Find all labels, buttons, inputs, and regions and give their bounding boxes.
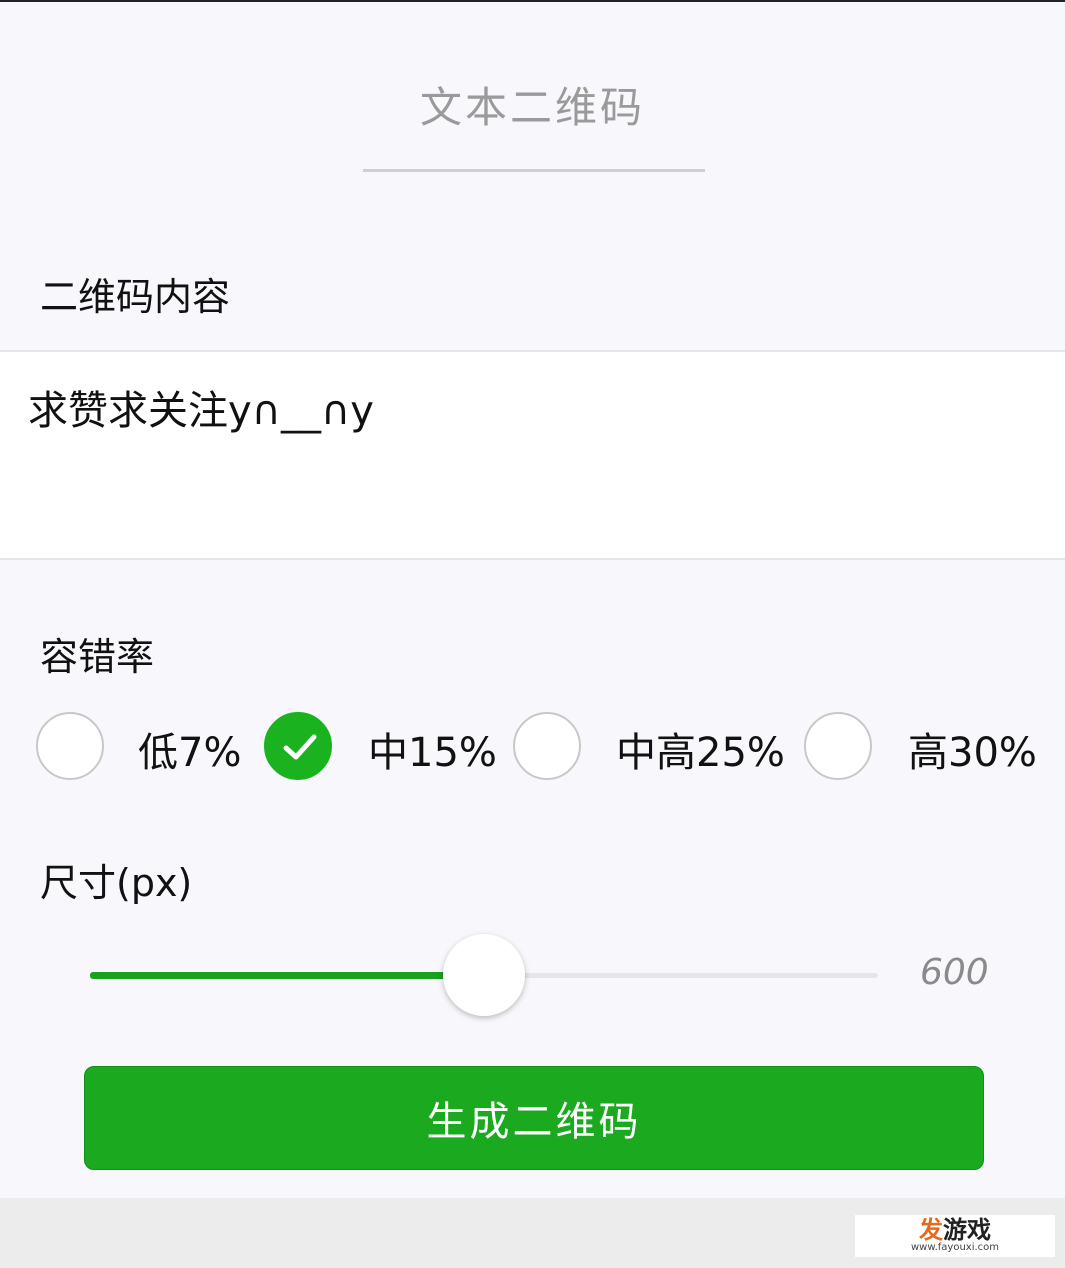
radio-high[interactable]: [804, 712, 872, 780]
radio-medium-high-label[interactable]: 中高25%: [616, 720, 785, 778]
size-value: 600: [920, 952, 989, 993]
watermark-logo: 发游戏 www.fayouxi.com: [855, 1215, 1055, 1257]
radio-low[interactable]: [36, 712, 104, 780]
watermark-title: 发游戏: [919, 1216, 991, 1244]
radio-medium[interactable]: [264, 712, 332, 780]
error-correction-label: 容错率: [40, 635, 155, 679]
generate-qr-button[interactable]: 生成二维码: [84, 1066, 984, 1170]
top-border: [0, 0, 1065, 2]
title-underline: [363, 169, 705, 172]
content-text[interactable]: 求赞求关注y∩__∩y: [28, 378, 374, 436]
content-label: 二维码内容: [40, 275, 231, 319]
watermark-url: www.fayouxi.com: [910, 1242, 1000, 1253]
size-slider-fill: [90, 972, 484, 979]
size-slider-thumb[interactable]: [443, 934, 525, 1016]
size-label: 尺寸(px): [40, 861, 193, 905]
radio-high-label[interactable]: 高30%: [908, 720, 1037, 778]
radio-low-label[interactable]: 低7%: [138, 720, 241, 778]
radio-medium-label[interactable]: 中15%: [368, 720, 497, 778]
page-title: 文本二维码: [419, 83, 645, 132]
check-icon: [283, 734, 317, 760]
radio-medium-high[interactable]: [513, 712, 581, 780]
